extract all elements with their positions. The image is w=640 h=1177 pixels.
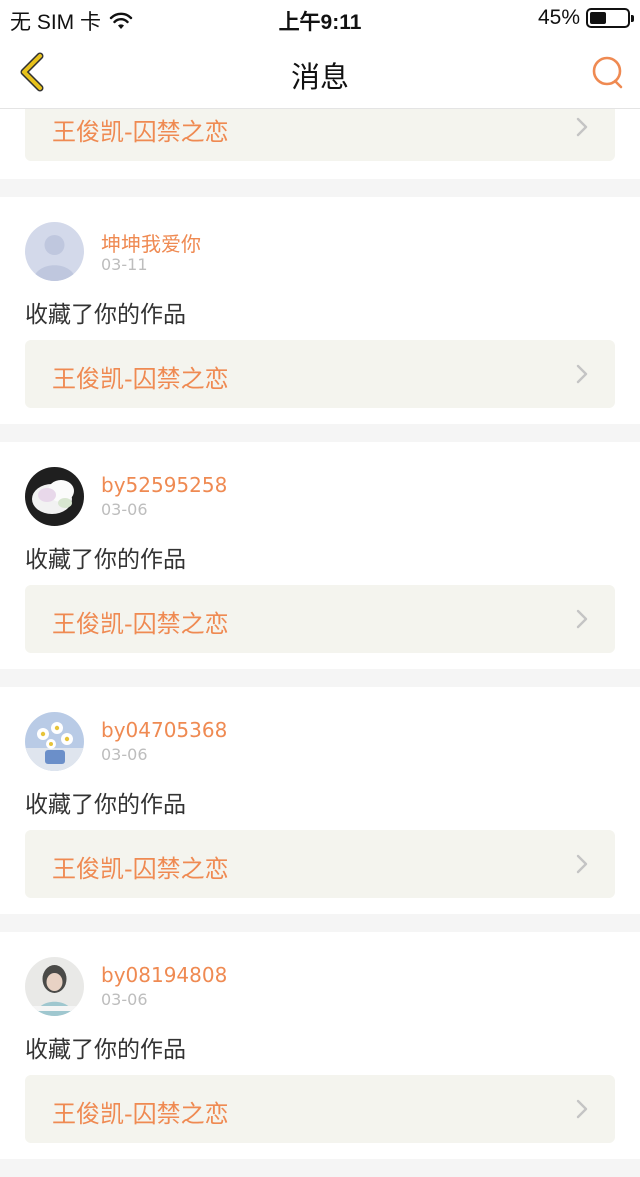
battery-icon — [586, 8, 634, 28]
work-title: 王俊凯-囚禁之恋 — [52, 855, 229, 883]
message-date: 03-06 — [101, 990, 148, 1009]
flower-photo-icon — [25, 467, 84, 526]
default-avatar-icon — [25, 222, 84, 281]
avatar[interactable] — [25, 957, 84, 1016]
status-bar: 无 SIM 卡 上午9:11 45% — [0, 0, 640, 36]
work-link[interactable]: 王俊凯-囚禁之恋 — [25, 1075, 615, 1143]
message-card: by08194808 03-06 收藏了你的作品 王俊凯-囚禁之恋 — [0, 932, 640, 1159]
message-date: 03-06 — [101, 745, 148, 764]
work-link[interactable]: 王俊凯-囚禁之恋 — [25, 585, 615, 653]
message-card-partial: 王俊凯-囚禁之恋 — [0, 93, 640, 179]
username[interactable]: by04705368 — [101, 718, 227, 742]
message-text: 收藏了你的作品 — [25, 1037, 186, 1063]
chevron-right-icon — [576, 364, 588, 384]
username[interactable]: by52595258 — [101, 473, 227, 497]
battery-percent: 45% — [537, 6, 580, 29]
message-text: 收藏了你的作品 — [25, 547, 186, 573]
message-card: 坤坤我爱你 03-11 收藏了你的作品 王俊凯-囚禁之恋 — [0, 197, 640, 424]
message-card: by04705368 03-06 收藏了你的作品 王俊凯-囚禁之恋 — [0, 687, 640, 914]
message-date: 03-11 — [101, 255, 148, 274]
username[interactable]: by08194808 — [101, 963, 227, 987]
avatar[interactable] — [25, 712, 84, 771]
battery-level-fill — [590, 12, 607, 24]
page-title: 消息 — [290, 60, 349, 94]
work-link[interactable]: 王俊凯-囚禁之恋 — [25, 830, 615, 898]
work-title: 王俊凯-囚禁之恋 — [52, 610, 229, 638]
chevron-right-icon — [576, 609, 588, 629]
chevron-right-icon — [576, 1099, 588, 1119]
chevron-right-icon — [576, 854, 588, 874]
message-text: 收藏了你的作品 — [25, 302, 186, 328]
message-text: 收藏了你的作品 — [25, 792, 186, 818]
search-icon[interactable] — [590, 54, 626, 90]
message-date: 03-06 — [101, 500, 148, 519]
work-title: 王俊凯-囚禁之恋 — [52, 1100, 229, 1128]
chevron-right-icon — [576, 117, 588, 137]
username[interactable]: 坤坤我爱你 — [101, 228, 201, 257]
message-card: by52595258 03-06 收藏了你的作品 王俊凯-囚禁之恋 — [0, 442, 640, 669]
message-list[interactable]: 王俊凯-囚禁之恋 坤坤我爱你 03-11 收藏了你的作品 王俊凯-囚禁之恋 by… — [0, 93, 640, 1177]
work-title: 王俊凯-囚禁之恋 — [52, 118, 229, 146]
avatar[interactable] — [25, 467, 84, 526]
nav-bar: 消息 — [0, 36, 640, 109]
avatar[interactable] — [25, 222, 84, 281]
work-title: 王俊凯-囚禁之恋 — [52, 365, 229, 393]
daisy-photo-icon — [25, 712, 84, 771]
work-link[interactable]: 王俊凯-囚禁之恋 — [25, 340, 615, 408]
portrait-photo-icon — [25, 957, 84, 1016]
